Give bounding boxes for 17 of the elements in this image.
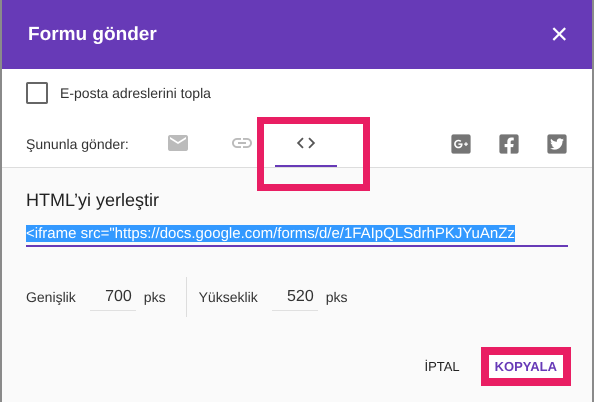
unit-label: pks	[144, 289, 166, 305]
checkbox[interactable]	[26, 82, 48, 104]
height-label: Yükseklik	[198, 289, 258, 305]
width-input[interactable]: 700	[90, 284, 136, 310]
height-input[interactable]: 520	[272, 284, 318, 310]
twitter-icon[interactable]	[546, 133, 568, 155]
close-button[interactable]: ×	[550, 20, 568, 50]
facebook-icon[interactable]	[498, 133, 520, 155]
width-label: Genişlik	[26, 289, 76, 305]
dialog-title: Formu gönder	[28, 24, 157, 46]
google-plus-icon[interactable]	[450, 133, 472, 155]
cancel-button[interactable]: İPTAL	[418, 355, 466, 378]
section-heading: HTML’yi yerleştir	[26, 190, 160, 211]
unit-label: pks	[326, 289, 348, 305]
send-via-label: Şununla gönder:	[26, 136, 129, 152]
copy-button[interactable]: KOPYALA	[488, 355, 563, 378]
checkbox-label: E-posta adreslerini topla	[60, 85, 211, 101]
